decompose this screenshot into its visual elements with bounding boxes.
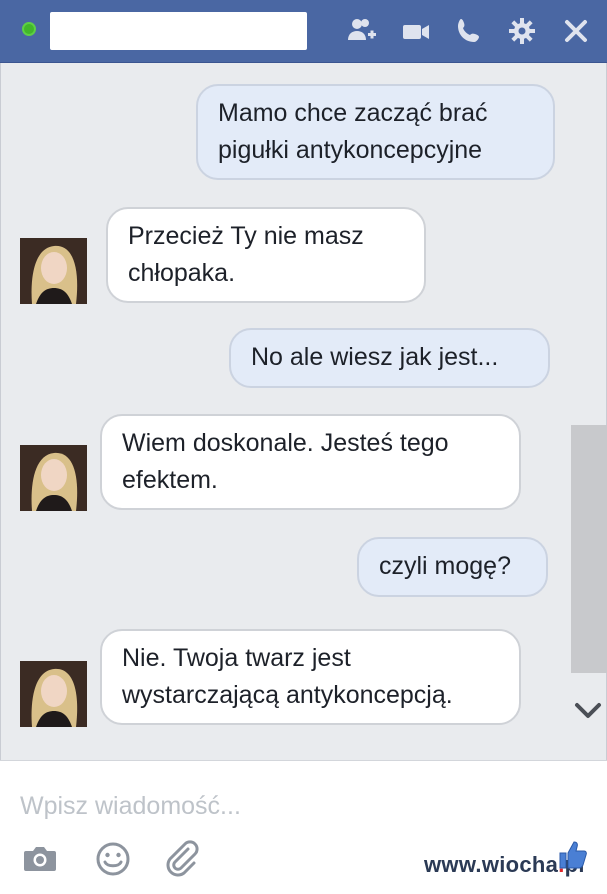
message-bubble-incoming[interactable]: Nie. Twoja twarz jest wystarczającą anty… [100,629,521,725]
thumbs-up-icon[interactable] [556,838,590,872]
attachment-icon[interactable] [162,839,202,879]
avatar[interactable] [20,445,87,511]
message-line: Przecież Ty nie masz [128,222,364,250]
message-line: pigułki antykoncepcyjne [218,136,483,164]
close-icon[interactable] [561,16,591,46]
message-bubble-incoming[interactable]: Przecież Ty nie masz chłopaka. [106,207,426,303]
message-line: Nie. Twoja twarz jest [122,644,351,672]
message-line: Wiem doskonale. Jesteś tego [122,429,449,457]
scrollbar-thumb[interactable] [571,425,607,673]
message-line: Mamo chce zacząć brać [218,99,488,127]
avatar[interactable] [20,238,87,304]
camera-icon[interactable] [20,839,60,879]
avatar[interactable] [20,661,87,727]
message-input[interactable]: Wpisz wiadomość... [20,789,540,823]
watermark-text: www.wiocha [424,852,559,877]
online-status-indicator [22,22,36,36]
message-line: chłopaka. [128,259,236,287]
video-call-icon[interactable] [401,16,431,46]
message-line: No ale wiesz jak jest... [251,343,499,371]
phone-icon[interactable] [454,16,484,46]
add-people-icon[interactable] [347,16,377,46]
message-bubble-outgoing[interactable]: No ale wiesz jak jest... [229,328,550,388]
message-bubble-outgoing[interactable]: czyli mogę? [357,537,548,597]
message-line: wystarczającą antykoncepcją. [122,681,453,709]
message-line: efektem. [122,466,218,494]
contact-name-box[interactable] [50,12,307,50]
message-bubble-incoming[interactable]: Wiem doskonale. Jesteś tego efektem. [100,414,521,510]
message-line: czyli mogę? [379,552,511,580]
gear-icon[interactable] [507,16,537,46]
message-bubble-outgoing[interactable]: Mamo chce zacząć brać pigułki antykoncep… [196,84,555,180]
chevron-down-icon[interactable] [572,695,604,727]
emoji-icon[interactable] [93,839,133,879]
chat-header [0,0,607,63]
